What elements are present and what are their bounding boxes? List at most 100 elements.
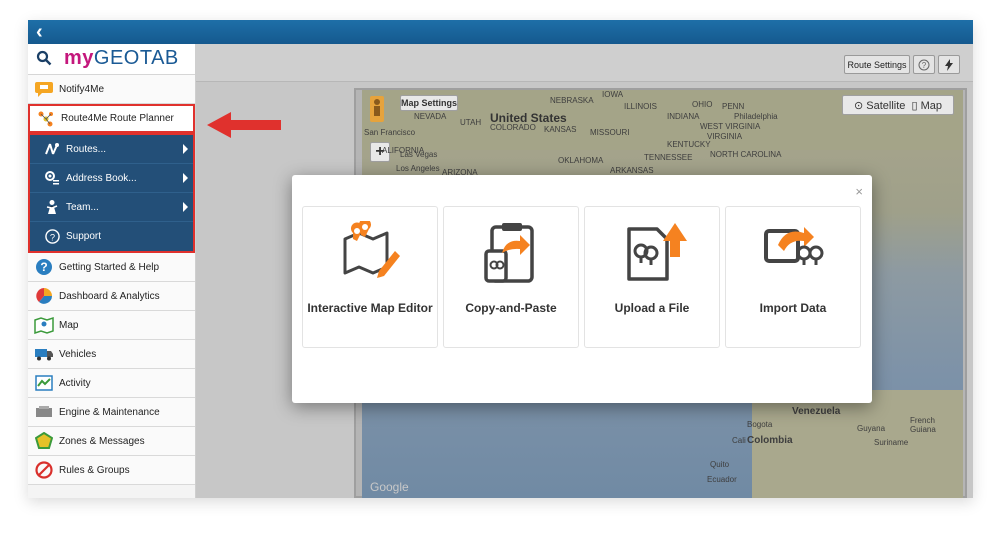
card-label: Interactive Map Editor — [307, 301, 433, 315]
submenu-label: Team... — [66, 201, 99, 213]
help-button[interactable]: ? — [913, 55, 935, 74]
map-label: PENN — [722, 102, 745, 111]
sidebar-item-label: Route4Me Route Planner — [61, 113, 174, 124]
card-label: Copy-and-Paste — [465, 301, 557, 315]
bolt-button[interactable] — [938, 55, 960, 74]
sidebar-item-label: Rules & Groups — [59, 464, 130, 476]
brand-row: myGEOTAB — [28, 44, 195, 75]
prohibited-icon — [34, 460, 54, 480]
import-data-icon — [764, 227, 824, 265]
submenu-item-address-book[interactable]: Address Book... — [30, 164, 193, 193]
pegman-icon[interactable] — [370, 96, 384, 122]
sidebar-item-activity[interactable]: Activity — [28, 369, 195, 398]
map-label: INDIANA — [667, 112, 700, 121]
map-label: Cali — [732, 436, 746, 445]
card-interactive-map-editor[interactable]: Interactive Map Editor — [302, 206, 438, 348]
map-label: OKLAHOMA — [558, 156, 604, 165]
svg-text:?: ? — [40, 260, 47, 274]
map-label: MISSOURI — [590, 128, 630, 137]
sidebar-item-label: Vehicles — [59, 348, 97, 360]
activity-chart-icon — [34, 373, 54, 393]
chevron-right-icon — [183, 202, 188, 212]
sidebar-item-engine[interactable]: Engine & Maintenance — [28, 398, 195, 427]
map-icon — [34, 315, 54, 335]
sidebar-item-zones[interactable]: Zones & Messages — [28, 427, 195, 456]
map-label: VIRGINIA — [707, 132, 743, 141]
chevron-right-icon — [183, 144, 188, 154]
submenu-item-routes[interactable]: Routes... — [30, 135, 193, 164]
svg-text:?: ? — [49, 232, 54, 242]
route4me-icon — [36, 109, 56, 129]
map-type-toggle[interactable]: ⊙ Satellite ▯ Map — [842, 95, 954, 115]
map-editor-icon — [343, 221, 400, 278]
zone-polygon-icon — [34, 431, 54, 451]
sidebar: myGEOTAB Notify4Me Route4Me Route Planne… — [28, 44, 196, 498]
sidebar-item-label: Getting Started & Help — [59, 261, 160, 273]
sidebar-item-rules[interactable]: Rules & Groups — [28, 456, 195, 485]
map-label: NORTH CAROLINA — [710, 150, 782, 159]
map-label: NEVADA — [414, 112, 447, 121]
submenu-item-team[interactable]: Team... — [30, 193, 193, 222]
map-label: Los Angeles — [396, 164, 440, 173]
sidebar-item-label: Notify4Me — [59, 83, 105, 95]
map-label: OHIO — [692, 100, 713, 109]
pie-chart-icon — [34, 286, 54, 306]
help-circle-icon: ? — [34, 257, 54, 277]
notify-bubble-icon — [34, 79, 54, 99]
question-circle-icon: ? — [44, 229, 60, 245]
search-icon[interactable] — [36, 50, 52, 66]
card-upload-file[interactable]: Upload a File — [584, 206, 720, 348]
sidebar-item-map[interactable]: Map — [28, 311, 195, 340]
back-arrow-icon[interactable]: ‹ — [36, 22, 56, 42]
map-label: TENNESSEE — [644, 153, 693, 162]
sidebar-item-getting-started[interactable]: ? Getting Started & Help — [28, 253, 195, 282]
bolt-icon — [945, 58, 953, 71]
close-icon[interactable]: × — [855, 184, 863, 199]
map-label: NEBRASKA — [550, 96, 594, 105]
submenu-label: Support — [66, 231, 102, 242]
chevron-right-icon — [183, 173, 188, 183]
map-label: Guyana — [857, 424, 886, 433]
map-label: KANSAS — [544, 125, 577, 134]
route-settings-button[interactable]: Route Settings — [844, 55, 910, 74]
clipboard-icon — [484, 223, 534, 283]
truck-icon — [34, 344, 54, 364]
sidebar-item-label: Activity — [59, 377, 91, 389]
import-modal: × Interactive Map Editor Copy-and-Paste — [292, 175, 872, 403]
team-icon — [44, 199, 60, 215]
submenu-item-support[interactable]: ? Support — [30, 222, 193, 251]
map-label: WEST VIRGINIA — [700, 122, 761, 131]
upload-file-icon — [627, 223, 687, 281]
map-settings-button[interactable]: Map Settings — [400, 95, 458, 111]
top-bar: ‹ — [28, 20, 973, 44]
map-label: Suriname — [874, 438, 909, 447]
map-label: Venezuela — [792, 406, 841, 417]
map-label: ARKANSAS — [610, 166, 654, 175]
map-label: French Guiana — [910, 416, 936, 434]
card-import-data[interactable]: Import Data — [725, 206, 861, 348]
sidebar-item-label: Zones & Messages — [59, 435, 145, 447]
routes-icon — [44, 141, 60, 157]
card-copy-and-paste[interactable]: Copy-and-Paste — [443, 206, 579, 348]
sidebar-item-label: Engine & Maintenance — [59, 406, 160, 418]
sidebar-item-notify4me[interactable]: Notify4Me — [28, 75, 195, 104]
map-label: Colombia — [747, 435, 793, 446]
sidebar-item-dashboard[interactable]: Dashboard & Analytics — [28, 282, 195, 311]
card-label: Upload a File — [614, 301, 690, 315]
satellite-option[interactable]: ⊙ Satellite — [854, 99, 905, 112]
submenu-label: Address Book... — [66, 172, 137, 184]
map-label: Bogota — [747, 420, 773, 429]
map-label: San Francisco — [364, 128, 416, 137]
engine-icon — [34, 402, 54, 422]
map-label: IOWA — [602, 90, 624, 99]
map-label: ALIFORNIA — [382, 146, 425, 155]
map-label: Philadelphia — [734, 112, 778, 121]
map-label: Quito — [710, 460, 730, 469]
map-option[interactable]: ▯ Map — [912, 99, 943, 112]
sidebar-item-vehicles[interactable]: Vehicles — [28, 340, 195, 369]
sidebar-item-route4me[interactable]: Route4Me Route Planner — [28, 104, 195, 133]
map-label: KENTUCKY — [667, 140, 711, 149]
mygeotab-logo: myGEOTAB — [64, 47, 179, 69]
map-label: Ecuador — [707, 475, 737, 484]
route4me-submenu: Routes... Address Book... Team... ? Supp… — [28, 133, 195, 253]
